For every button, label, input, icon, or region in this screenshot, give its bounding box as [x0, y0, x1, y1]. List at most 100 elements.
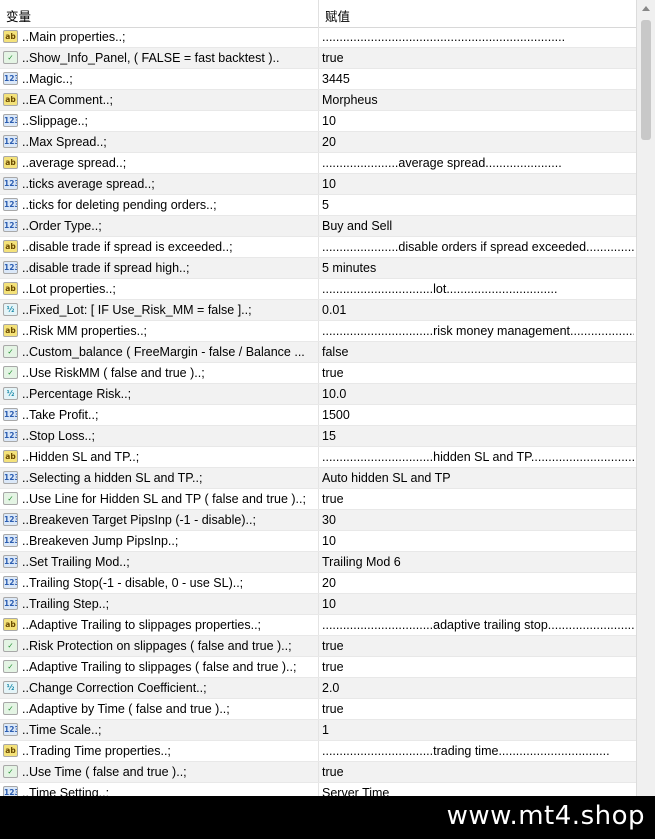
parameter-value[interactable]: 5 minutes	[322, 261, 634, 275]
parameter-name: ..EA Comment..;	[22, 93, 114, 107]
parameter-row[interactable]: ½ ..Change Correction Coefficient..; 2.0	[0, 678, 636, 699]
parameter-value[interactable]: Buy and Sell	[322, 219, 634, 233]
parameter-row[interactable]: 123 ..ticks average spread..; 10	[0, 174, 636, 195]
column-divider	[318, 111, 319, 131]
parameter-row[interactable]: ✓ ..Use Time ( false and true )..; true	[0, 762, 636, 783]
parameter-name: ..Time Setting..;	[22, 786, 110, 796]
column-divider	[318, 363, 319, 383]
parameter-row[interactable]: ab ..average spread..;...................…	[0, 153, 636, 174]
parameter-row[interactable]: 123 ..Trailing Stop(-1 - disable, 0 - use…	[0, 573, 636, 594]
parameter-row[interactable]: 123 ..Take Profit..; 1500	[0, 405, 636, 426]
parameter-name: ..Take Profit..;	[22, 408, 99, 422]
parameter-value[interactable]: 1	[322, 723, 634, 737]
parameter-value[interactable]: Server Time	[322, 786, 634, 796]
parameter-value[interactable]: 10	[322, 597, 634, 611]
parameter-row[interactable]: 123 ..Breakeven Jump PipsInp..; 10	[0, 531, 636, 552]
parameter-row[interactable]: ab ..Hidden SL and TP..;.................…	[0, 447, 636, 468]
parameter-value[interactable]: 20	[322, 135, 634, 149]
parameter-value[interactable]: 2.0	[322, 681, 634, 695]
parameter-row[interactable]: ✓ ..Use RiskMM ( false and true )..; true	[0, 363, 636, 384]
parameter-value[interactable]: 3445	[322, 72, 634, 86]
parameter-value[interactable]: ................................trading …	[322, 744, 634, 758]
parameter-name: ..Hidden SL and TP..;	[22, 450, 140, 464]
parameter-row[interactable]: ab ..disable trade if spread is exceeded.…	[0, 237, 636, 258]
parameter-value[interactable]: 15	[322, 429, 634, 443]
column-divider	[318, 27, 319, 47]
parameter-row[interactable]: 123 ..Slippage..; 10	[0, 111, 636, 132]
column-divider	[318, 153, 319, 173]
parameter-row[interactable]: 123 ..Magic..; 3445	[0, 69, 636, 90]
string-type-icon: ab	[3, 744, 18, 757]
integer-type-icon: 123	[3, 177, 18, 190]
column-divider	[318, 258, 319, 278]
parameter-value[interactable]: true	[322, 702, 634, 716]
parameter-value[interactable]: ........................................…	[322, 30, 634, 44]
header-divider[interactable]	[318, 0, 319, 27]
parameter-name: ..Fixed_Lot: [ IF Use_Risk_MM = false ].…	[22, 303, 252, 317]
parameter-value[interactable]: 10.0	[322, 387, 634, 401]
parameter-row[interactable]: ✓ ..Adaptive Trailing to slippages ( fals…	[0, 657, 636, 678]
parameter-row[interactable]: 123 ..Max Spread..; 20	[0, 132, 636, 153]
parameter-value[interactable]: ................................hidden S…	[322, 450, 634, 464]
parameter-row[interactable]: 123 ..Selecting a hidden SL and TP..; Auto…	[0, 468, 636, 489]
parameter-row[interactable]: ✓ ..Risk Protection on slippages ( false …	[0, 636, 636, 657]
parameter-value[interactable]: true	[322, 765, 634, 779]
parameter-value[interactable]: 5	[322, 198, 634, 212]
parameter-row[interactable]: 123 ..Stop Loss..; 15	[0, 426, 636, 447]
parameter-row[interactable]: ab ..Main properties..;..................…	[0, 27, 636, 48]
parameter-value[interactable]: true	[322, 366, 634, 380]
parameter-name: ..Adaptive Trailing to slippages ( false…	[22, 660, 297, 674]
parameter-name: ..Risk MM properties..;	[22, 324, 148, 338]
parameter-row[interactable]: 123 ..Breakeven Target PipsInp (-1 - disa…	[0, 510, 636, 531]
string-type-icon: ab	[3, 282, 18, 295]
parameter-value[interactable]: 10	[322, 177, 634, 191]
parameter-value[interactable]: 0.01	[322, 303, 634, 317]
parameter-value[interactable]: false	[322, 345, 634, 359]
parameter-value[interactable]: 10	[322, 114, 634, 128]
column-header-value[interactable]: 赋值	[325, 6, 350, 25]
parameter-value[interactable]: Auto hidden SL and TP	[322, 471, 634, 485]
parameter-value[interactable]: true	[322, 492, 634, 506]
parameter-row[interactable]: 123 ..Time Scale..; 1	[0, 720, 636, 741]
parameter-value[interactable]: true	[322, 660, 634, 674]
parameter-row[interactable]: ✓ ..Adaptive by Time ( false and true )..…	[0, 699, 636, 720]
parameter-value[interactable]: Morpheus	[322, 93, 634, 107]
parameter-row[interactable]: ab ..Lot properties..;...................…	[0, 279, 636, 300]
parameter-value[interactable]: Trailing Mod 6	[322, 555, 634, 569]
parameter-row[interactable]: ✓ ..Use Line for Hidden SL and TP ( false…	[0, 489, 636, 510]
parameter-value[interactable]: ................................lot.....…	[322, 282, 634, 296]
parameter-row[interactable]: 123 ..Trailing Step..; 10	[0, 594, 636, 615]
parameter-value[interactable]: 30	[322, 513, 634, 527]
parameter-row[interactable]: ✓ ..Custom_balance ( FreeMargin - false /…	[0, 342, 636, 363]
parameter-value[interactable]: true	[322, 51, 634, 65]
parameter-row[interactable]: 123 ..disable trade if spread high..; 5 mi…	[0, 258, 636, 279]
column-divider	[318, 468, 319, 488]
parameter-row[interactable]: 123 ..Set Trailing Mod..; Trailing Mod 6	[0, 552, 636, 573]
parameter-row[interactable]: ab ..Adaptive Trailing to slippages prope…	[0, 615, 636, 636]
parameter-row[interactable]: 123 ..ticks for deleting pending orders..…	[0, 195, 636, 216]
parameter-value[interactable]: ................................risk mon…	[322, 324, 634, 338]
parameter-row[interactable]: ✓ ..Show_Info_Panel, ( FALSE = fast backt…	[0, 48, 636, 69]
column-divider	[318, 657, 319, 677]
scrollbar-thumb[interactable]	[641, 20, 651, 140]
parameter-value[interactable]: 10	[322, 534, 634, 548]
vertical-scrollbar[interactable]	[636, 0, 655, 796]
scroll-up-icon[interactable]	[642, 6, 650, 11]
parameter-value[interactable]: ................................adaptive…	[322, 618, 634, 632]
column-divider	[318, 279, 319, 299]
parameter-value[interactable]: ......................disable orders if …	[322, 240, 634, 254]
parameter-value[interactable]: 1500	[322, 408, 634, 422]
parameter-row[interactable]: ab ..Trading Time properties..;..........…	[0, 741, 636, 762]
parameter-value[interactable]: true	[322, 639, 634, 653]
parameter-name: ..ticks for deleting pending orders..;	[22, 198, 217, 212]
parameter-row[interactable]: ½ ..Percentage Risk..; 10.0	[0, 384, 636, 405]
parameter-value[interactable]: ......................average spread....…	[322, 156, 634, 170]
parameter-value[interactable]: 20	[322, 576, 634, 590]
parameter-row[interactable]: ab ..EA Comment..; Morpheus	[0, 90, 636, 111]
column-header-variable[interactable]: 变量	[6, 6, 31, 25]
string-type-icon: ab	[3, 324, 18, 337]
parameter-row[interactable]: ab ..Risk MM properties..;...............…	[0, 321, 636, 342]
parameter-row[interactable]: ½ ..Fixed_Lot: [ IF Use_Risk_MM = false ]…	[0, 300, 636, 321]
parameter-row[interactable]: 123 ..Order Type..; Buy and Sell	[0, 216, 636, 237]
parameter-row[interactable]: 123 ..Time Setting..; Server Time	[0, 783, 636, 796]
